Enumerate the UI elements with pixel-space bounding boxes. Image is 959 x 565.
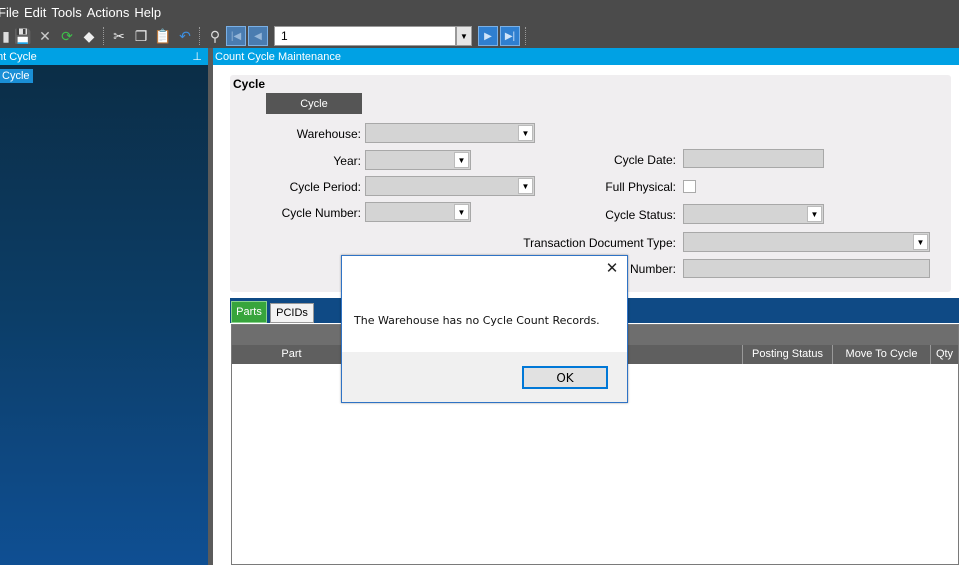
toolbar-separator: [525, 27, 527, 45]
cycle-period-select[interactable]: ▼: [365, 176, 535, 196]
warehouse-label: Warehouse:: [296, 127, 361, 141]
dialog-footer: OK: [342, 352, 627, 402]
cycle-date-field[interactable]: [683, 149, 824, 168]
cut-icon[interactable]: ✂: [108, 25, 130, 47]
full-physical-checkbox[interactable]: [683, 180, 696, 193]
cycle-status-label: Cycle Status:: [605, 208, 676, 222]
navigation-pane: nt Cycle ⊥ Cycle: [0, 48, 208, 565]
copy-icon[interactable]: ❐: [130, 25, 152, 47]
previous-record-icon[interactable]: ◀: [248, 26, 268, 46]
clear-icon[interactable]: ◆: [78, 25, 100, 47]
cycle-status-select[interactable]: ▼: [683, 204, 824, 224]
cycle-date-label: Cycle Date:: [613, 153, 676, 167]
new-icon[interactable]: ▮: [0, 25, 12, 47]
page-title: Count Cycle Maintenance: [215, 50, 341, 63]
column-qty[interactable]: Qty: [931, 345, 958, 364]
refresh-icon[interactable]: ⟳: [56, 25, 78, 47]
year-label: Year:: [333, 154, 361, 168]
next-record-icon[interactable]: ▶: [478, 26, 498, 46]
column-part[interactable]: Part: [232, 345, 352, 364]
menu-actions[interactable]: Actions: [87, 5, 135, 20]
menu-help[interactable]: Help: [134, 5, 166, 20]
chevron-down-icon[interactable]: ▼: [456, 26, 472, 46]
cycle-number-select[interactable]: ▼: [365, 202, 471, 222]
column-move-to-cycle[interactable]: Move To Cycle: [833, 345, 931, 364]
navigation-pane-header: nt Cycle ⊥: [0, 48, 208, 65]
record-number-input[interactable]: 1: [274, 26, 456, 46]
menu-file[interactable]: File: [0, 5, 24, 20]
panel-title: Cycle: [233, 77, 266, 91]
year-select[interactable]: ▼: [365, 150, 471, 170]
warehouse-select[interactable]: ▼: [365, 123, 535, 143]
cycle-number-label: Cycle Number:: [281, 206, 361, 220]
record-number-value: 1: [281, 29, 288, 43]
delete-icon[interactable]: ✕: [34, 25, 56, 47]
menu-tools[interactable]: Tools: [51, 5, 86, 20]
dialog-message: The Warehouse has no Cycle Count Records…: [354, 314, 600, 327]
first-record-icon[interactable]: |◀: [226, 26, 246, 46]
transaction-document-type-label: Transaction Document Type:: [523, 236, 676, 250]
toolbar: ▮ 💾 ✕ ⟳ ◆ ✂ ❐ 📋 ↶ ⚲ |◀ ◀ 1 ▼ ▶ ▶|: [0, 24, 959, 48]
toolbar-separator: [199, 27, 201, 45]
pin-icon[interactable]: ⊥: [192, 50, 202, 63]
column-posting-status[interactable]: Posting Status: [743, 345, 833, 364]
chevron-down-icon[interactable]: ▼: [454, 204, 469, 220]
tree-item-cycle[interactable]: Cycle: [0, 69, 33, 83]
chevron-down-icon[interactable]: ▼: [454, 152, 469, 168]
chevron-down-icon[interactable]: ▼: [518, 125, 533, 141]
save-icon[interactable]: 💾: [12, 25, 34, 47]
chevron-down-icon[interactable]: ▼: [913, 234, 928, 250]
number-field[interactable]: [683, 259, 930, 278]
last-record-icon[interactable]: ▶|: [500, 26, 520, 46]
find-icon[interactable]: ⚲: [204, 25, 226, 47]
paste-icon[interactable]: 📋: [152, 25, 174, 47]
chevron-down-icon[interactable]: ▼: [807, 206, 822, 222]
full-physical-label: Full Physical:: [605, 180, 676, 194]
cycle-tab[interactable]: Cycle: [266, 93, 362, 114]
close-icon[interactable]: ✕: [605, 261, 619, 276]
tab-parts[interactable]: Parts: [231, 301, 267, 323]
tab-pcids[interactable]: PCIDs: [270, 303, 314, 323]
toolbar-separator: [103, 27, 105, 45]
message-dialog: ✕ The Warehouse has no Cycle Count Recor…: [341, 255, 628, 403]
menu-edit[interactable]: Edit: [24, 5, 51, 20]
navigation-pane-title: nt Cycle: [0, 50, 37, 63]
cycle-period-label: Cycle Period:: [289, 180, 361, 194]
transaction-document-type-select[interactable]: ▼: [683, 232, 930, 252]
menu-bar: File Edit Tools Actions Help: [0, 0, 959, 24]
main-header: Count Cycle Maintenance: [213, 48, 959, 65]
undo-icon[interactable]: ↶: [174, 25, 196, 47]
ok-button[interactable]: OK: [522, 366, 608, 389]
